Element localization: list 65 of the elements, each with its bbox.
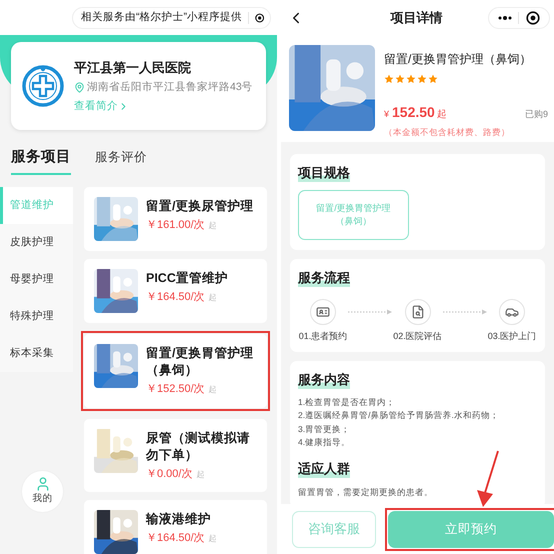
- price-suffix: 起: [208, 292, 217, 304]
- sold-count: 已购9: [524, 108, 548, 121]
- service-price: ￥164.50/次: [146, 531, 205, 546]
- dotted-arrow: [348, 309, 392, 315]
- car-icon: [499, 299, 525, 325]
- service-name: PICC置管维护: [146, 270, 229, 287]
- hospital-name: 平江县第一人民医院: [74, 58, 192, 76]
- tab[interactable]: 服务评价: [95, 148, 147, 175]
- category-item[interactable]: 标本采集: [0, 335, 73, 372]
- star-icon: [417, 74, 427, 84]
- price-note: （本金额不包含耗材费、路费）: [384, 126, 511, 139]
- id-card-icon: [310, 299, 336, 325]
- service-name: 留置/更换胃管护理（鼻饲）: [146, 345, 254, 379]
- service-name: 尿管（测试模拟请勿下单）: [146, 430, 251, 464]
- target-icon[interactable]: [254, 10, 264, 24]
- service-price: ￥164.50/次: [146, 290, 205, 305]
- category-item[interactable]: 特殊护理: [0, 298, 73, 335]
- content-line: 2.遵医嘱经鼻胃管/鼻肠管给予胃肠营养.水和药物；: [298, 409, 500, 422]
- page-title: 项目详情: [389, 8, 444, 27]
- document-search-icon: [404, 299, 430, 325]
- content-line: 1.检查胃管是否在胃内；: [298, 396, 396, 408]
- service-card[interactable]: 留置/更换尿管护理 ￥161.00/次 起: [84, 187, 267, 251]
- dotted-arrow: [442, 309, 487, 315]
- hospital-address: 湖南省岳阳市平江县鲁家坪路43号: [87, 80, 253, 95]
- service-name: 输液港维护: [146, 511, 212, 528]
- service-price: ￥152.50/次: [146, 382, 205, 397]
- section-heading: 适应人群: [298, 460, 350, 478]
- category-item[interactable]: 母婴护理: [0, 261, 73, 298]
- price-suffix: 起: [196, 468, 204, 480]
- service-card[interactable]: PICC置管维护 ￥164.50/次 起: [84, 259, 267, 323]
- step-label: 01.患者预约: [298, 330, 348, 343]
- more-icon[interactable]: [498, 16, 512, 20]
- star-icon: [406, 74, 416, 84]
- service-card[interactable]: 输液港维护 ￥164.50/次 起: [84, 500, 267, 554]
- service-name: 留置/更换尿管护理: [146, 198, 254, 215]
- target-icon[interactable]: [526, 10, 540, 24]
- product-name: 留置/更换胃管护理（鼻饲）: [384, 51, 532, 68]
- star-icon: [395, 74, 405, 84]
- service-card[interactable]: 尿管（测试模拟请勿下单） ￥0.00/次 起: [84, 418, 267, 492]
- service-price: ￥161.00/次: [146, 218, 205, 233]
- step-label: 03.医护上门: [488, 330, 536, 343]
- service-card[interactable]: 留置/更换胃管护理（鼻饲） ￥152.50/次 起: [84, 334, 267, 408]
- notice-text: 相关服务由“格尔护士”小程序提供: [81, 10, 242, 25]
- hospital-logo: [21, 64, 65, 108]
- star-icon: [428, 74, 438, 84]
- price-suffix: 起: [208, 384, 217, 396]
- category-item[interactable]: 皮肤护理: [0, 224, 73, 261]
- service-price: ￥0.00/次: [146, 466, 192, 482]
- price-suffix: 起: [208, 220, 217, 232]
- section-heading: 项目规格: [298, 164, 350, 182]
- profile-button[interactable]: 我的: [22, 471, 63, 512]
- tab[interactable]: 服务项目: [11, 147, 71, 175]
- audience-text: 留置胃管，需要定期更换的患者。: [298, 486, 434, 498]
- section-heading: 服务流程: [298, 269, 350, 287]
- price-suffix: 起: [208, 533, 217, 545]
- content-line: 4.健康指导。: [298, 436, 352, 449]
- content-line: 3.胃管更换；: [298, 422, 352, 436]
- location-icon: [74, 82, 85, 94]
- currency-sign: ¥: [384, 108, 390, 121]
- product-price: 152.50: [392, 103, 435, 122]
- star-icon: [384, 74, 394, 84]
- section-heading: 服务内容: [298, 370, 350, 388]
- price-suffix: 起: [436, 108, 447, 122]
- step-label: 02.医院评估: [393, 330, 442, 343]
- person-icon: [34, 476, 50, 492]
